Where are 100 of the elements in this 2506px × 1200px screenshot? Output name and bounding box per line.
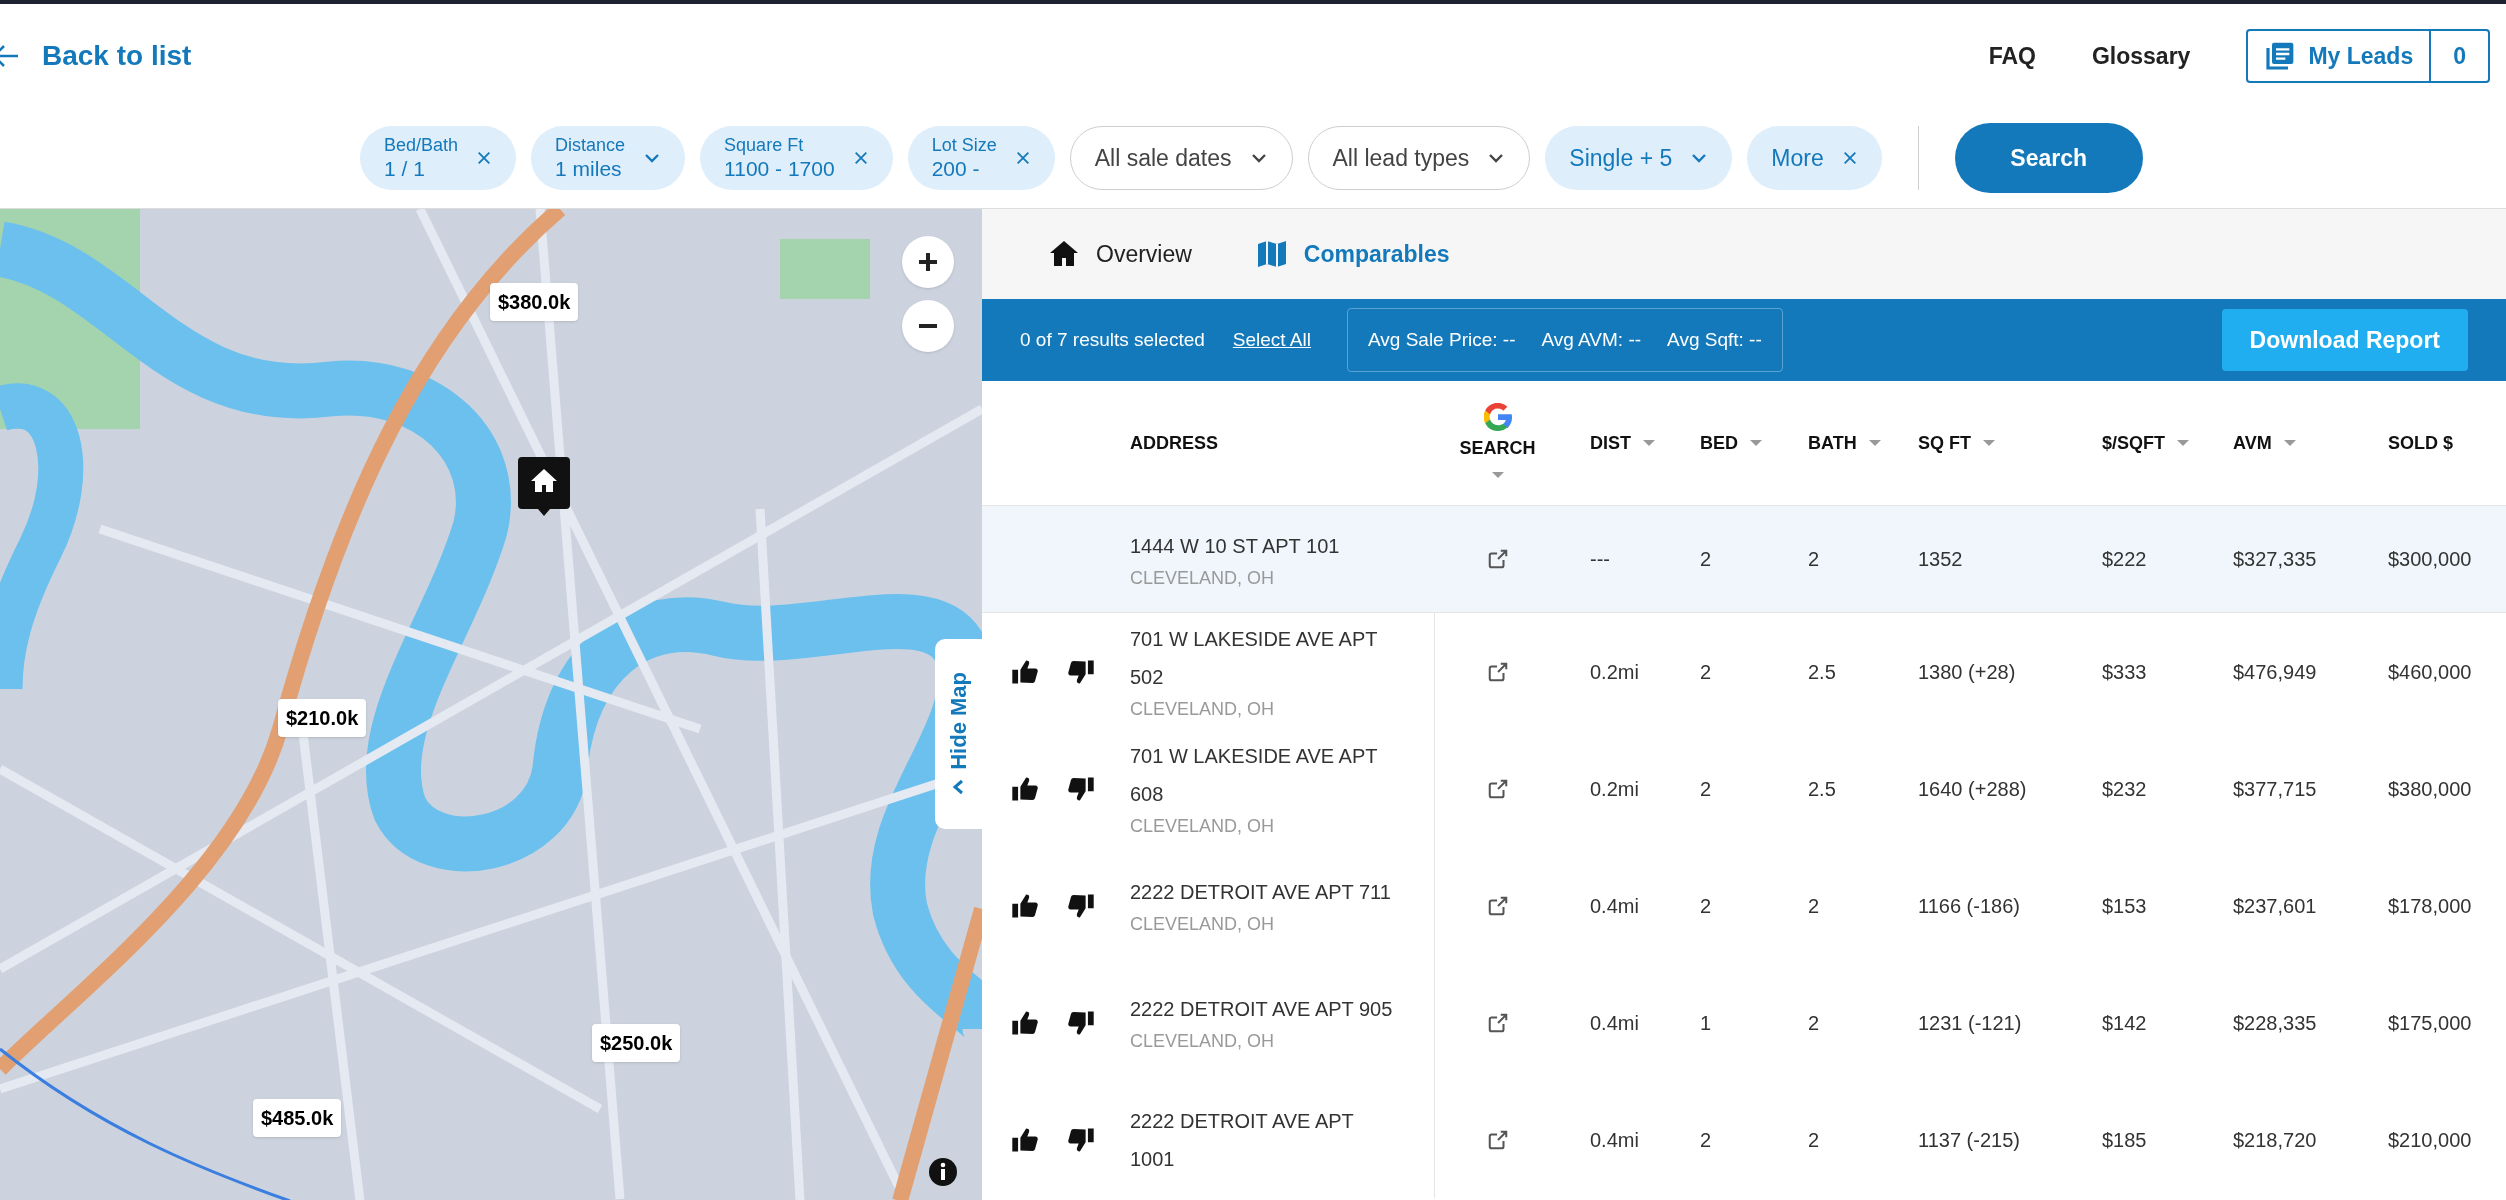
- close-icon: [476, 150, 493, 166]
- price-marker[interactable]: $485.0k: [253, 1099, 342, 1137]
- back-link[interactable]: Back to list: [0, 35, 192, 77]
- table-cell-text: 0.2mi: [1590, 659, 1640, 685]
- filter-chip[interactable]: Square Ft 1100 - 1700: [700, 126, 893, 190]
- price-marker[interactable]: $250.0k: [592, 1024, 681, 1062]
- filter-chip[interactable]: Lot Size 200 -: [907, 126, 1055, 190]
- table-cell-text: 2: [1700, 1127, 1713, 1153]
- table-cell-text: 0.4mi: [1590, 893, 1640, 919]
- average-stat: Avg Sqft: --: [1667, 327, 1762, 352]
- column-header[interactable]: DIST: [1590, 381, 1700, 505]
- city-text: CLEVELAND, OH: [1130, 1030, 1276, 1053]
- filter-chip[interactable]: All lead types: [1307, 126, 1531, 190]
- table-cell-text: $380,000: [2388, 776, 2473, 802]
- table-cell-text: $175,000: [2388, 1010, 2473, 1036]
- nav-link[interactable]: FAQ: [1988, 38, 2036, 74]
- average-stat: Avg AVM: --: [1541, 327, 1642, 352]
- table-cell-text: 2: [1700, 893, 1713, 919]
- column-header[interactable]: SEARCH: [1435, 381, 1590, 505]
- table-cell-text: 1640 (+288): [1918, 776, 2028, 802]
- address-text: 2222 DETROIT AVE APT 1001: [1130, 1108, 1355, 1172]
- column-header[interactable]: BATH: [1808, 381, 1918, 505]
- table-cell-text: 1166 (-186): [1918, 893, 2021, 919]
- tab[interactable]: Overview: [1048, 236, 1192, 272]
- hide-map-tab[interactable]: Hide Map: [935, 639, 982, 829]
- table-cell-text: $327,335: [2233, 547, 2318, 572]
- home-marker-icon: [518, 457, 570, 516]
- filter-chip[interactable]: More: [1747, 126, 1882, 190]
- table-cell-text: $377,715: [2233, 776, 2318, 802]
- address-text: 2222 DETROIT AVE APT 905: [1130, 997, 1394, 1022]
- close-icon: [1841, 150, 1858, 166]
- plus-icon: [917, 251, 939, 273]
- address-text: 2222 DETROIT AVE APT 711: [1130, 880, 1392, 905]
- table-cell-text: 2: [1808, 893, 1821, 919]
- table-cell-text: $178,000: [2388, 893, 2473, 919]
- table-cell-text: 1: [1700, 1010, 1713, 1036]
- google-icon: [1483, 403, 1512, 431]
- table-cell-text: $460,000: [2388, 659, 2473, 685]
- close-icon: [852, 150, 869, 166]
- table-cell-text: 2: [1808, 547, 1821, 572]
- leads-count: 0: [2429, 31, 2488, 81]
- external-link-icon: [1486, 1011, 1509, 1034]
- table-cell-text: ---: [1590, 547, 1611, 572]
- column-header[interactable]: BED: [1700, 381, 1808, 505]
- table-cell-text: 1352: [1918, 547, 1964, 572]
- table-cell-text: $218,720: [2233, 1127, 2318, 1153]
- table-cell-text: 2.5: [1808, 776, 1837, 802]
- table-cell-text: 2.5: [1808, 659, 1837, 685]
- table-cell-text: $142: [2102, 1010, 2148, 1036]
- column-header[interactable]: $/SQFT: [2102, 381, 2233, 505]
- address-text: 701 W LAKESIDE AVE APT 608: [1130, 744, 1379, 807]
- column-header[interactable]: SOLD $: [2388, 381, 2506, 505]
- table-cell-text: 2: [1700, 547, 1713, 572]
- minus-icon: [917, 324, 939, 328]
- info-icon: [928, 1157, 958, 1187]
- address-text: 701 W LAKESIDE AVE APT 502: [1130, 627, 1379, 690]
- table-cell-text: $300,000: [2388, 547, 2473, 572]
- filter-chip[interactable]: All sale dates: [1069, 126, 1293, 190]
- external-link-icon: [1486, 660, 1509, 683]
- table-cell-text: $228,335: [2233, 1010, 2318, 1036]
- search-button[interactable]: Search: [1954, 123, 2143, 193]
- external-link-icon: [1486, 1128, 1509, 1151]
- city-text: CLEVELAND, OH: [1130, 566, 1276, 590]
- table-cell-text: $185: [2102, 1127, 2148, 1153]
- table-cell-text: $210,000: [2388, 1127, 2473, 1153]
- table-cell-text: 0.2mi: [1590, 776, 1640, 802]
- external-link-icon: [1486, 548, 1509, 570]
- table-cell-text: 0.4mi: [1590, 1127, 1640, 1153]
- price-marker[interactable]: $380.0k: [490, 283, 579, 321]
- map-icon: [1255, 238, 1288, 270]
- address-text: 1444 W 10 ST APT 101: [1130, 533, 1341, 559]
- filter-chip[interactable]: Distance 1 miles: [531, 126, 686, 190]
- column-header[interactable]: AVM: [2233, 381, 2388, 505]
- table-cell-text: $153: [2102, 893, 2148, 919]
- city-text: CLEVELAND, OH: [1130, 913, 1276, 936]
- table-cell-text: 2: [1700, 659, 1713, 685]
- price-marker[interactable]: $210.0k: [278, 699, 367, 737]
- table-cell-text: $222: [2102, 547, 2148, 572]
- nav-link[interactable]: Glossary: [2091, 38, 2191, 74]
- table-cell-text: $476,949: [2233, 659, 2318, 685]
- city-text: CLEVELAND, OH: [1130, 815, 1276, 838]
- table-cell-text: $232: [2102, 776, 2148, 802]
- select-all-link[interactable]: Select All: [1232, 325, 1311, 355]
- filter-chip[interactable]: Bed/Bath 1 / 1: [360, 126, 517, 190]
- table-cell-text: 1231 (-121): [1918, 1010, 2023, 1036]
- selection-count: 0 of 7 results selected: [1020, 327, 1205, 352]
- my-leads-label: My Leads: [2308, 41, 2414, 71]
- table-cell-text: 2: [1700, 776, 1713, 802]
- external-link-icon: [1486, 894, 1509, 917]
- column-header[interactable]: SQ FT: [1918, 381, 2102, 505]
- column-header[interactable]: ADDRESS: [1130, 381, 1435, 505]
- city-text: CLEVELAND, OH: [1130, 698, 1276, 721]
- close-icon: [1014, 150, 1031, 166]
- tab[interactable]: Comparables: [1255, 236, 1450, 272]
- table-cell-text: $333: [2102, 659, 2148, 685]
- my-leads-button[interactable]: My Leads 0: [2246, 29, 2490, 83]
- table-cell-text: 0.4mi: [1590, 1010, 1640, 1036]
- filter-chip[interactable]: Single + 5: [1545, 126, 1733, 190]
- table-cell-text: 2: [1808, 1127, 1821, 1153]
- average-stat: Avg Sale Price: --: [1368, 327, 1516, 352]
